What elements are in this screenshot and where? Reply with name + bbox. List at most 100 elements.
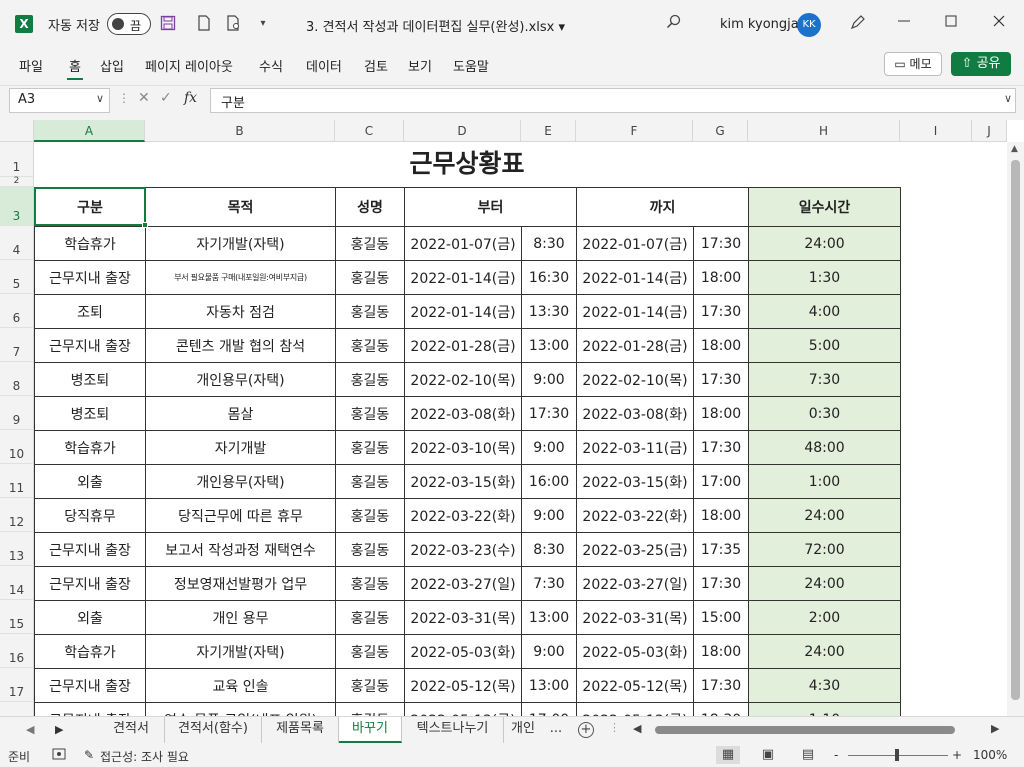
cell-from-date[interactable]: 2022-05-03(화)	[404, 634, 522, 669]
column-header-a[interactable]: A	[34, 120, 145, 142]
cell-purpose[interactable]: 개인용무(자택)	[145, 362, 336, 397]
macro-record-icon[interactable]	[52, 748, 66, 763]
more-tabs-button[interactable]: ...	[546, 717, 566, 743]
new-file-icon[interactable]	[196, 15, 212, 33]
cell-to-time[interactable]: 18:00	[693, 498, 749, 533]
cell-duration[interactable]: 72:00	[748, 532, 901, 567]
cell-to-date[interactable]: 2022-05-13(금)	[576, 702, 694, 716]
name-box[interactable]: A3 ∨	[9, 88, 110, 113]
cell-to-date[interactable]: 2022-01-28(금)	[576, 328, 694, 363]
header-to[interactable]: 까지	[576, 187, 749, 227]
vertical-scroll-thumb[interactable]	[1011, 160, 1020, 700]
row-header-12[interactable]: 12	[0, 498, 34, 532]
header-from[interactable]: 부터	[404, 187, 577, 227]
menu-help[interactable]: 도움말	[451, 56, 491, 75]
row-header-1[interactable]: 1	[0, 142, 34, 177]
worksheet-grid[interactable]: A B C D E F G H I J 1 2 3 4 5 6 7 8 9 10…	[0, 120, 1024, 716]
formula-input[interactable]: 구분 ∨	[210, 88, 1016, 113]
row-header-13[interactable]: 13	[0, 532, 34, 566]
cell-name[interactable]: 홍길동	[335, 600, 405, 635]
search-icon[interactable]	[666, 14, 682, 34]
row-header-14[interactable]: 14	[0, 566, 34, 600]
row-header-8[interactable]: 8	[0, 362, 34, 396]
cell-from-date[interactable]: 2022-01-07(금)	[404, 226, 522, 261]
column-header-e[interactable]: E	[521, 120, 576, 142]
expand-formula-icon[interactable]: ∨	[1004, 92, 1012, 105]
column-header-i[interactable]: I	[900, 120, 972, 142]
scroll-right-icon[interactable]: ▶	[991, 722, 999, 735]
print-preview-icon[interactable]	[226, 15, 242, 33]
menu-file[interactable]: 파일	[17, 56, 45, 75]
cell-from-time[interactable]: 9:00	[521, 634, 577, 669]
cell-from-date[interactable]: 2022-03-23(수)	[404, 532, 522, 567]
cell-to-date[interactable]: 2022-01-14(금)	[576, 294, 694, 329]
cell-from-date[interactable]: 2022-01-14(금)	[404, 260, 522, 295]
scroll-up-icon[interactable]: ▲	[1011, 144, 1018, 154]
cell-from-date[interactable]: 2022-03-15(화)	[404, 464, 522, 499]
row-header-10[interactable]: 10	[0, 430, 34, 464]
menu-home[interactable]: 홈	[67, 56, 83, 80]
cell-to-time[interactable]: 18:00	[693, 260, 749, 295]
cell-name[interactable]: 홍길동	[335, 566, 405, 601]
cell-category[interactable]: 근무지내 출장	[34, 566, 146, 601]
divider-grip-icon[interactable]: ⋮	[609, 721, 620, 734]
cell-purpose[interactable]: 당직근무에 따른 휴무	[145, 498, 336, 533]
cell-from-date[interactable]: 2022-01-14(금)	[404, 294, 522, 329]
document-title[interactable]: 3. 견적서 작성과 데이터편집 실무(완성).xlsx ▾	[306, 16, 565, 35]
cell-to-date[interactable]: 2022-05-03(화)	[576, 634, 694, 669]
cell-from-time[interactable]: 17:00	[521, 702, 577, 716]
cell-purpose[interactable]: 자동차 점검	[145, 294, 336, 329]
cell-from-time[interactable]: 17:30	[521, 396, 577, 431]
cell-name[interactable]: 홍길동	[335, 702, 405, 716]
cell-to-time[interactable]: 18:00	[693, 634, 749, 669]
row-header-4[interactable]: 4	[0, 226, 34, 260]
header-duration[interactable]: 일수시간	[748, 187, 901, 227]
row-header-18[interactable]: 18	[0, 702, 34, 716]
cell-to-date[interactable]: 2022-03-08(화)	[576, 396, 694, 431]
cell-from-time[interactable]: 16:00	[521, 464, 577, 499]
cell-category[interactable]: 근무지내 출장	[34, 532, 146, 567]
cell-to-date[interactable]: 2022-02-10(목)	[576, 362, 694, 397]
zoom-out-button[interactable]: -	[834, 748, 838, 762]
cell-from-date[interactable]: 2022-03-10(목)	[404, 430, 522, 465]
cell-to-date[interactable]: 2022-03-22(화)	[576, 498, 694, 533]
cell-duration[interactable]: 1:00	[748, 464, 901, 499]
cell-duration[interactable]: 2:00	[748, 600, 901, 635]
cell-purpose[interactable]: 보고서 작성과정 재택연수	[145, 532, 336, 567]
accessibility-status[interactable]: 접근성: 조사 필요	[100, 748, 189, 765]
cell-purpose[interactable]: 자기개발(자택)	[145, 226, 336, 261]
cell-to-time[interactable]: 15:00	[693, 600, 749, 635]
zoom-in-button[interactable]: +	[952, 748, 962, 762]
zoom-level[interactable]: 100%	[973, 748, 1007, 762]
cell-to-time[interactable]: 17:30	[693, 362, 749, 397]
cell-duration[interactable]: 4:30	[748, 668, 901, 703]
column-header-f[interactable]: F	[576, 120, 693, 142]
cell-to-time[interactable]: 17:30	[693, 566, 749, 601]
pen-icon[interactable]	[848, 13, 868, 33]
sheet-tab[interactable]: 견적서(함수)	[165, 717, 262, 743]
cell-name[interactable]: 홍길동	[335, 328, 405, 363]
cell-to-date[interactable]: 2022-03-11(금)	[576, 430, 694, 465]
cell-to-date[interactable]: 2022-01-07(금)	[576, 226, 694, 261]
row-header-5[interactable]: 5	[0, 260, 34, 294]
user-name[interactable]: kim kyongja	[720, 17, 799, 32]
cell-name[interactable]: 홍길동	[335, 634, 405, 669]
cell-to-date[interactable]: 2022-03-31(목)	[576, 600, 694, 635]
menu-formulas[interactable]: 수식	[257, 56, 285, 75]
cell-name[interactable]: 홍길동	[335, 396, 405, 431]
cell-to-time[interactable]: 17:30	[693, 294, 749, 329]
cell-category[interactable]: 근무지내 출장	[34, 328, 146, 363]
cell-from-date[interactable]: 2022-05-12(목)	[404, 668, 522, 703]
cell-to-time[interactable]: 17:35	[693, 532, 749, 567]
select-all-corner[interactable]	[0, 120, 34, 142]
cell-from-time[interactable]: 8:30	[521, 532, 577, 567]
cell-from-time[interactable]: 13:30	[521, 294, 577, 329]
accessibility-icon[interactable]: ✎	[84, 748, 94, 762]
cell-category[interactable]: 학습휴가	[34, 634, 146, 669]
comments-button[interactable]: ▭ 메모	[884, 52, 942, 76]
cell-name[interactable]: 홍길동	[335, 362, 405, 397]
sheet-tab[interactable]: 개인	[504, 717, 542, 743]
cell-purpose[interactable]: 부서 필요물품 구매(내포일원:여비부지급)	[145, 260, 336, 295]
column-header-h[interactable]: H	[748, 120, 900, 142]
chevron-down-icon[interactable]: ∨	[96, 92, 104, 105]
